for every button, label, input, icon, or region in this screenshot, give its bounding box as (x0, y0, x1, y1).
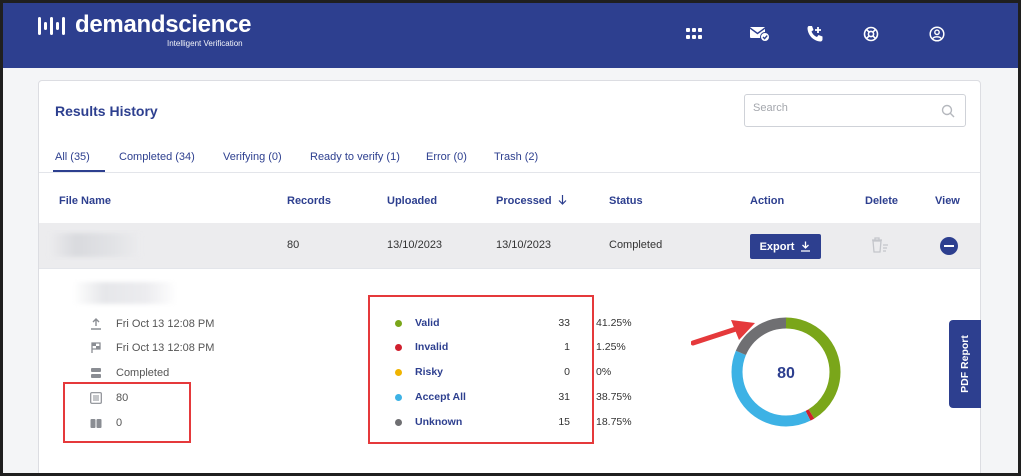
col-processed-label: Processed (496, 195, 552, 207)
stat-pct-unknown: 18.75% (596, 416, 632, 428)
pdf-report-label: PDF Report (959, 335, 971, 393)
download-icon (801, 241, 811, 252)
tab-verifying[interactable]: Verifying (0) (223, 151, 282, 163)
search-icon[interactable] (941, 104, 955, 118)
tab-all[interactable]: All (35) (55, 151, 90, 163)
col-view: View (935, 195, 960, 207)
row-records: 80 (287, 239, 300, 251)
app-window: demandscience Intelligent Verification R… (3, 3, 1018, 473)
col-uploaded[interactable]: Uploaded (387, 195, 437, 207)
account-icon[interactable] (926, 23, 948, 45)
tab-trash[interactable]: Trash (2) (494, 151, 538, 163)
tab-ready-to-verify[interactable]: Ready to verify (1) (310, 151, 400, 163)
stat-pct-accept-all: 38.75% (596, 391, 632, 403)
tab-error[interactable]: Error (0) (426, 151, 467, 163)
highlight-box-stats (368, 295, 594, 444)
callout-arrow (691, 320, 755, 346)
row-divider (39, 268, 980, 269)
phone-add-icon[interactable] (804, 23, 826, 45)
stat-pct-invalid: 1.25% (596, 341, 626, 353)
tab-completed[interactable]: Completed (34) (119, 151, 195, 163)
top-navbar: demandscience Intelligent Verification (3, 3, 1018, 68)
status-tabs: All (35) Completed (34) Verifying (0) Re… (39, 139, 980, 173)
col-processed[interactable]: Processed (496, 195, 567, 207)
finish-flag-icon (89, 341, 103, 355)
brand-tagline: Intelligent Verification (167, 39, 243, 48)
stat-pct-risky: 0% (596, 366, 612, 378)
col-status[interactable]: Status (609, 195, 643, 207)
highlight-box-records (63, 382, 191, 443)
results-history-card: Results History All (35) Completed (34) … (38, 80, 981, 473)
apps-grid-icon[interactable] (683, 23, 705, 45)
sort-arrow-down-icon (558, 195, 567, 205)
table-row[interactable]: 80 13/10/2023 13/10/2023 Completed (39, 223, 980, 269)
col-delete: Delete (865, 195, 899, 207)
row-status: Completed (609, 239, 663, 251)
col-records[interactable]: Records (287, 195, 331, 207)
processed-at: Fri Oct 13 12:08 PM (116, 342, 215, 354)
detail-status: Completed (116, 367, 170, 379)
collapse-row-icon[interactable] (940, 237, 958, 255)
page-title: Results History (55, 103, 158, 119)
export-label: Export (759, 240, 795, 253)
pdf-report-tab[interactable]: PDF Report (949, 320, 981, 408)
active-tab-indicator (53, 170, 105, 172)
export-button[interactable]: Export (750, 234, 821, 259)
mail-verify-icon[interactable] (749, 23, 771, 45)
demandscience-logo-mark (38, 17, 65, 35)
brand-name: demandscience (75, 11, 252, 38)
donut-total: 80 (777, 365, 795, 382)
trash-icon[interactable] (871, 237, 889, 253)
uploaded-at: Fri Oct 13 12:08 PM (116, 318, 215, 330)
search-box[interactable] (744, 94, 966, 127)
stat-pct-valid: 41.25% (596, 317, 632, 329)
row-processed: 13/10/2023 (496, 239, 552, 251)
row-uploaded: 13/10/2023 (387, 239, 443, 251)
file-detail-name-redacted (73, 282, 177, 304)
server-status-icon (89, 366, 103, 380)
col-action: Action (750, 195, 785, 207)
col-file-name[interactable]: File Name (59, 195, 111, 207)
file-name-redacted (49, 233, 141, 257)
help-lifebuoy-icon[interactable] (860, 23, 882, 45)
upload-icon (89, 317, 103, 331)
search-input[interactable] (753, 102, 923, 114)
